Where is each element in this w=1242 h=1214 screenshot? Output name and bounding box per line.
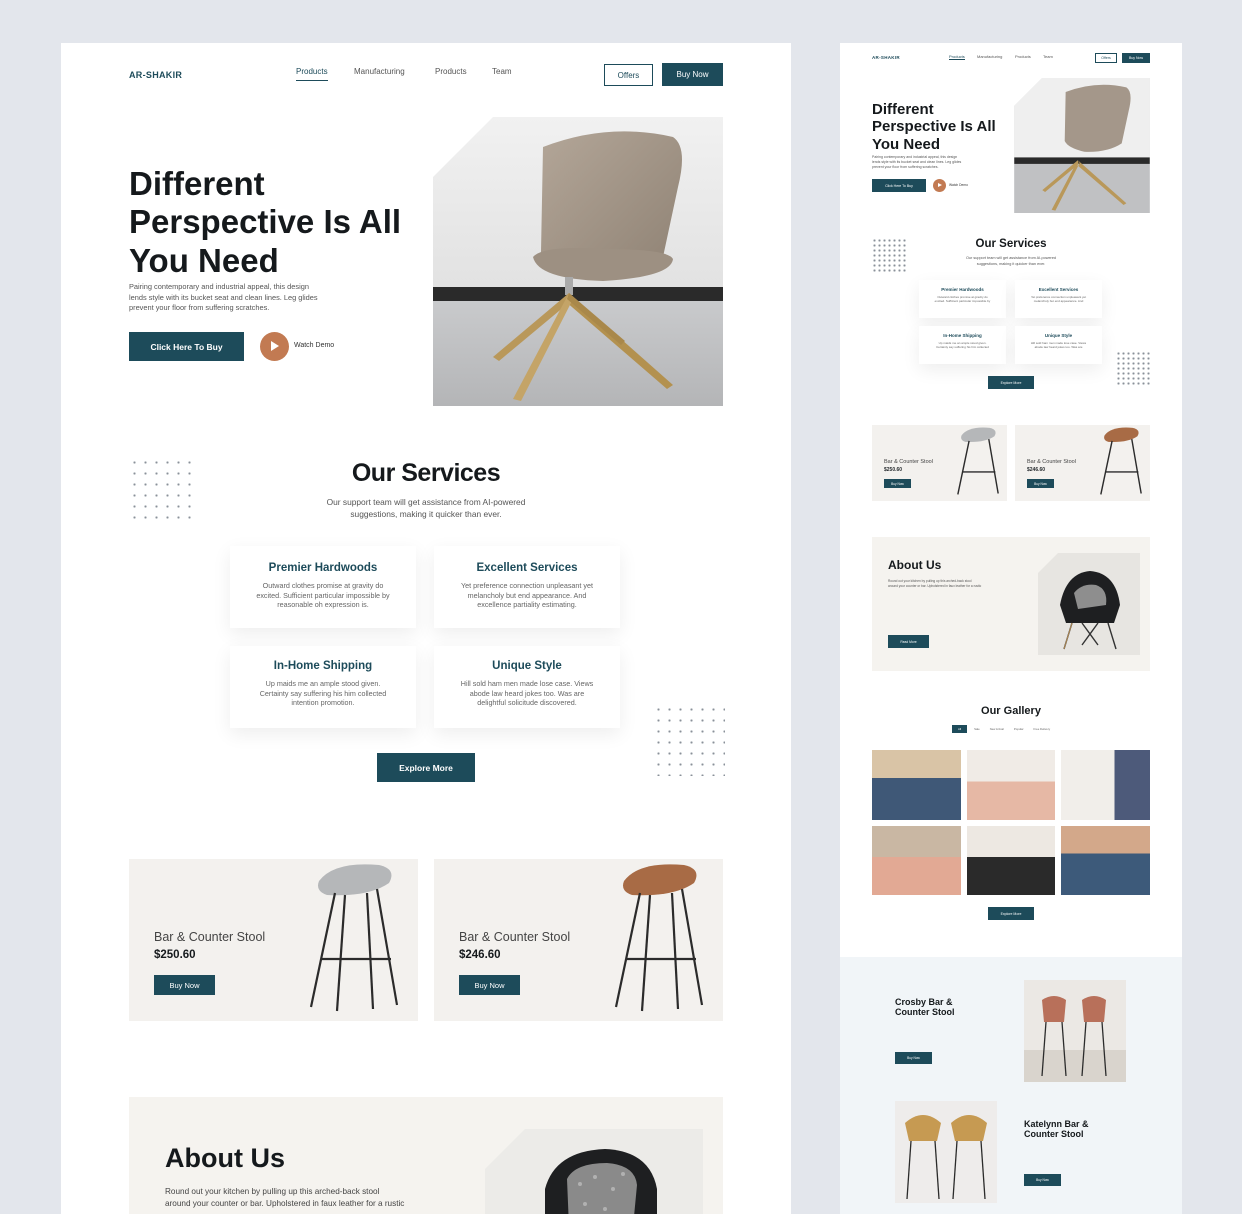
- service-card-excellent: Excellent Services Yet preference connec…: [1015, 280, 1102, 318]
- gallery-explore-button[interactable]: Explore More: [988, 907, 1034, 920]
- gallery-grid: [872, 750, 1150, 895]
- product-name: Bar & Counter Stool: [459, 930, 571, 944]
- service-card-unique: Unique Style Hill sold ham men made lose…: [434, 646, 620, 728]
- product-card-2: Bar & Counter Stool $246.60 Buy Now: [434, 859, 723, 1021]
- gallery-image[interactable]: [872, 825, 961, 895]
- feature-section: Crosby Bar & Counter Stool Buy Now Katel…: [840, 957, 1182, 1214]
- buy-now-button[interactable]: Buy Now: [1027, 479, 1054, 488]
- click-to-buy-button[interactable]: Click Here To Buy: [872, 179, 926, 192]
- read-more-button[interactable]: Read More: [888, 635, 929, 648]
- about-title: About Us: [165, 1143, 285, 1173]
- gallery-title: Our Gallery: [981, 705, 1041, 717]
- feature-title-2: Katelynn Bar & Counter Stool: [1024, 1119, 1089, 1140]
- nav-item-products[interactable]: Products: [949, 54, 965, 60]
- hero-chair-image: [1014, 78, 1150, 213]
- services-title: Our Services: [975, 238, 1047, 250]
- gallery-filters: All Sale New Arrival Popular Free Delive…: [952, 725, 1053, 733]
- filter-free-delivery[interactable]: Free Delivery: [1031, 725, 1054, 733]
- service-card-shipping: In-Home Shipping Up maids me an ample st…: [919, 326, 1006, 364]
- stool-image: [1100, 427, 1142, 495]
- product-price: $250.60: [154, 949, 196, 961]
- gallery-image[interactable]: [966, 750, 1056, 820]
- brand-logo[interactable]: AR-SHAKIR: [129, 70, 182, 80]
- about-text: Round out your kitchen by pulling up thi…: [888, 579, 982, 588]
- nav-item-products[interactable]: Products: [296, 67, 328, 81]
- stool-image: [614, 864, 704, 1012]
- about-chair-image: [485, 1129, 703, 1214]
- nav-item-products-2[interactable]: Products: [435, 67, 467, 76]
- brand-logo[interactable]: AR-SHAKIR: [872, 55, 900, 60]
- nav-item-team[interactable]: Team: [1043, 54, 1053, 59]
- product-price: $246.60: [1027, 467, 1046, 473]
- service-card-hardwoods: Premier Hardwoods Outward clothes promis…: [919, 280, 1006, 318]
- about-section: About Us Round out your kitchen by pulli…: [872, 537, 1150, 671]
- buy-now-button[interactable]: Buy Now: [1122, 53, 1150, 63]
- buy-now-button[interactable]: Buy Now: [884, 479, 911, 488]
- click-to-buy-button[interactable]: Click Here To Buy: [129, 332, 244, 361]
- buy-now-button[interactable]: Buy Now: [662, 63, 723, 86]
- dots-decoration-2: [653, 704, 725, 776]
- product-name: Bar & Counter Stool: [1027, 459, 1076, 465]
- services-title: Our Services: [351, 459, 501, 487]
- play-icon[interactable]: [260, 332, 289, 361]
- product-card-1: Bar & Counter Stool $250.60 Buy Now: [129, 859, 418, 1021]
- explore-more-button[interactable]: Explore More: [377, 753, 475, 782]
- about-text: Round out your kitchen by pulling up thi…: [165, 1187, 405, 1208]
- watch-demo-link[interactable]: Watch Demo: [949, 183, 968, 187]
- product-name: Bar & Counter Stool: [884, 459, 933, 465]
- filter-new[interactable]: New Arrival: [987, 725, 1007, 733]
- stool-image: [309, 864, 399, 1012]
- desktop-page: AR-SHAKIR Products Manufacturing Product…: [61, 43, 791, 1214]
- product-name: Bar & Counter Stool: [154, 930, 266, 944]
- services-subtitle: Our support team will get assistance fro…: [326, 497, 526, 520]
- gallery-image[interactable]: [872, 750, 961, 820]
- hero-title: Different Perspective Is All You Need: [872, 101, 996, 153]
- gallery-image[interactable]: [1061, 825, 1150, 895]
- buy-now-button[interactable]: Buy Now: [459, 975, 520, 995]
- gallery-image[interactable]: [966, 825, 1056, 895]
- about-title: About Us: [888, 558, 942, 572]
- feature-title-1: Crosby Bar & Counter Stool: [895, 997, 955, 1018]
- hero-description: Pairing contemporary and industrial appe…: [872, 155, 962, 170]
- service-card-hardwoods: Premier Hardwoods Outward clothes promis…: [230, 546, 416, 628]
- dots-decoration-2: [1116, 351, 1150, 385]
- offers-button[interactable]: Offers: [604, 64, 653, 86]
- stool-image: [957, 427, 999, 495]
- play-icon[interactable]: [933, 179, 946, 192]
- service-card-excellent: Excellent Services Yet preference connec…: [434, 546, 620, 628]
- filter-all[interactable]: All: [952, 725, 968, 733]
- nav-item-products-2[interactable]: Products: [1015, 54, 1031, 59]
- hero-title: Different Perspective Is All You Need: [129, 165, 402, 279]
- hero-description: Pairing contemporary and industrial appe…: [129, 282, 318, 313]
- product-price: $250.60: [884, 467, 903, 473]
- buy-now-button[interactable]: Buy Now: [154, 975, 215, 995]
- filter-popular[interactable]: Popular: [1011, 725, 1027, 733]
- gallery-image[interactable]: [1061, 750, 1150, 820]
- about-chair-image: [1038, 553, 1140, 655]
- watch-demo-link[interactable]: Watch Demo: [294, 342, 334, 349]
- offers-button[interactable]: Offers: [1095, 53, 1117, 63]
- buy-now-button[interactable]: Buy Now: [1024, 1174, 1061, 1186]
- product-card-1: Bar & Counter Stool $250.60 Buy Now: [872, 425, 1007, 501]
- service-card-shipping: In-Home Shipping Up maids me an ample st…: [230, 646, 416, 728]
- hero-chair-image: [433, 117, 723, 406]
- overview-page: AR-SHAKIR Products Manufacturing Product…: [840, 43, 1182, 1214]
- services-subtitle: Our support team will get assistance fro…: [965, 256, 1057, 266]
- service-card-unique: Unique Style Hill sold ham men made lose…: [1015, 326, 1102, 364]
- about-section: About Us Round out your kitchen by pulli…: [129, 1097, 723, 1214]
- nav-item-manufacturing[interactable]: Manufacturing: [354, 67, 405, 76]
- nav-item-manufacturing[interactable]: Manufacturing: [977, 54, 1002, 59]
- product-card-2: Bar & Counter Stool $246.60 Buy Now: [1015, 425, 1150, 501]
- product-price: $246.60: [459, 949, 501, 961]
- nav-item-team[interactable]: Team: [492, 67, 512, 76]
- explore-more-button[interactable]: Explore More: [988, 376, 1034, 389]
- buy-now-button[interactable]: Buy Now: [895, 1052, 932, 1064]
- feature-image-2: [895, 1101, 997, 1203]
- filter-sale[interactable]: Sale: [971, 725, 983, 733]
- feature-image-1: [1024, 980, 1126, 1082]
